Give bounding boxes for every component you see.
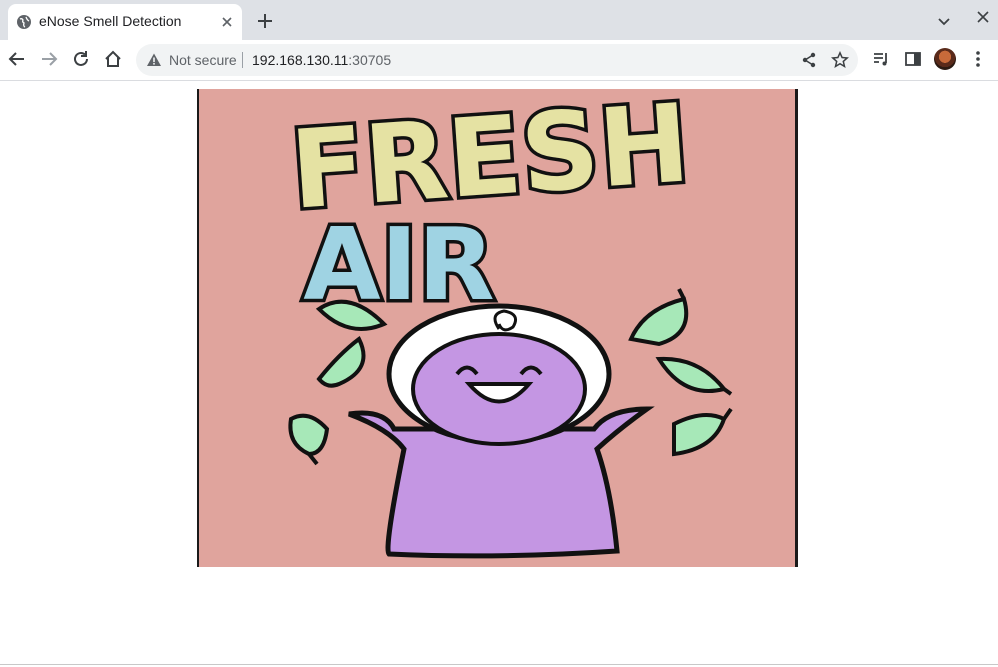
share-icon[interactable] [800,51,818,69]
url-text[interactable]: 192.168.130.11:30705 [252,52,391,68]
close-tab-icon[interactable] [218,13,236,31]
security-status[interactable]: Not secure [169,52,237,68]
fresh-air-image: FRESH AIR [197,89,798,567]
media-queue-icon[interactable] [871,49,891,69]
home-icon[interactable] [103,49,123,69]
browser-toolbar: Not secure 192.168.130.11:30705 [0,40,998,81]
url-port: :30705 [348,52,392,68]
fresh-air-illustration: FRESH AIR [199,89,790,567]
page-content: FRESH AIR [0,81,998,667]
url-host: 192.168.130.11 [252,52,349,68]
address-divider [242,52,243,68]
page-bottom-border [0,664,998,665]
tab-strip: eNose Smell Detection [0,0,998,40]
tab-title: eNose Smell Detection [39,13,182,29]
tab-enose[interactable]: eNose Smell Detection [8,4,242,40]
chevron-down-icon[interactable] [935,12,953,30]
more-menu-icon[interactable] [968,49,988,69]
profile-avatar[interactable] [934,48,956,70]
warning-icon[interactable] [146,52,162,68]
reload-icon[interactable] [71,49,91,69]
address-bar[interactable]: Not secure 192.168.130.11:30705 [136,44,858,76]
close-window-icon[interactable] [974,8,992,26]
back-arrow-icon[interactable] [7,49,27,69]
new-tab-icon[interactable] [255,11,275,31]
side-panel-icon[interactable] [903,49,923,69]
forward-arrow-icon[interactable] [39,49,59,69]
star-icon[interactable] [831,51,849,69]
globe-icon [17,15,31,29]
